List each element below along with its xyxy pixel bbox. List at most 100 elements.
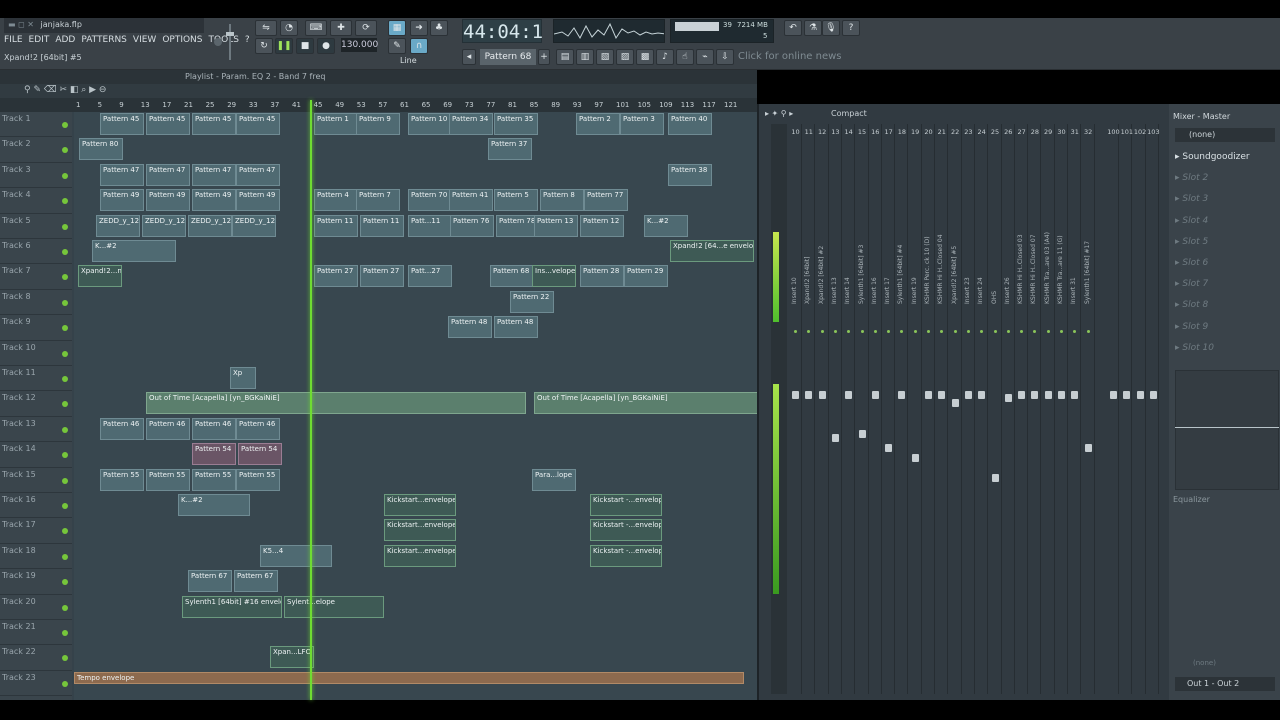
menu-options[interactable]: OPTIONS xyxy=(162,35,202,49)
mixer-insert-strip[interactable]: 25 OHS xyxy=(989,124,1002,694)
track-header[interactable]: Track 4 xyxy=(0,188,72,214)
connect-icon[interactable]: ⌁ xyxy=(696,49,714,65)
track-header[interactable]: Track 16 xyxy=(0,493,72,519)
track-header[interactable]: Track 8 xyxy=(0,290,72,316)
insert-fader[interactable] xyxy=(1071,391,1079,399)
fx-slot[interactable]: ▸ Slot 5 xyxy=(1175,237,1279,255)
playlist-clip[interactable]: Pattern 38 xyxy=(668,163,712,186)
playlist-clip[interactable]: Pattern 45 xyxy=(236,113,280,135)
fx-slot[interactable]: ▸ Soundgoodizer xyxy=(1175,152,1279,170)
insert-enable-led[interactable] xyxy=(1086,330,1090,333)
fx-slot[interactable]: ▸ Slot 3 xyxy=(1175,194,1279,212)
track-header[interactable]: Track 20 xyxy=(0,595,72,620)
insert-enable-led[interactable] xyxy=(887,330,891,333)
playlist-clip[interactable]: K...#2 xyxy=(644,214,688,237)
playlist-clip[interactable]: K...#2 xyxy=(92,240,176,262)
playhead-marker[interactable] xyxy=(310,100,312,700)
input-selector[interactable]: (none) xyxy=(1175,128,1275,142)
insert-enable-led[interactable] xyxy=(913,330,917,333)
mixer-insert-strip[interactable]: 10 Insert 10 xyxy=(789,124,802,694)
loop-icon[interactable]: ↻ xyxy=(255,38,273,54)
fx-slot[interactable]: ▸ Slot 10 xyxy=(1175,343,1279,361)
insert-fader[interactable] xyxy=(951,399,959,407)
insert-enable-led[interactable] xyxy=(1073,330,1077,333)
playlist-clip[interactable]: Pattern 22 xyxy=(510,290,554,313)
insert-enable-led[interactable] xyxy=(833,330,837,333)
track-header[interactable]: Track 14 xyxy=(0,442,72,468)
download-icon[interactable]: ⇩ xyxy=(716,49,734,65)
insert-fader[interactable] xyxy=(1123,391,1131,399)
track-header[interactable]: Track 2 xyxy=(0,137,72,163)
playlist-clip[interactable]: Kickstart -...envelope xyxy=(590,519,662,542)
online-news-link[interactable]: Click for online news xyxy=(738,49,848,65)
playlist-clip[interactable]: Pattern 49 xyxy=(236,189,280,212)
insert-enable-led[interactable] xyxy=(1046,330,1050,333)
menu-edit[interactable]: EDIT xyxy=(29,35,50,49)
playlist-clip[interactable]: Pattern 40 xyxy=(668,113,712,135)
playlist-clip[interactable]: Pattern 47 xyxy=(192,163,236,186)
playlist-clip[interactable]: Kickstart...envelope xyxy=(384,519,456,542)
insert-enable-led[interactable] xyxy=(1033,330,1037,333)
insert-enable-led[interactable] xyxy=(1060,330,1063,333)
track-header[interactable]: Track 11 xyxy=(0,366,72,392)
pattern-selector[interactable]: Pattern 68 xyxy=(480,49,536,65)
track-mute-led[interactable] xyxy=(62,122,68,128)
insert-enable-led[interactable] xyxy=(847,330,851,333)
playlist-clip[interactable]: Pattern 34 xyxy=(449,113,493,135)
playlist-clip[interactable]: Pattern 9 xyxy=(356,113,400,135)
track-mute-led[interactable] xyxy=(62,655,68,662)
fx-slot[interactable]: ▸ Slot 8 xyxy=(1175,300,1279,318)
mixer-insert-strip[interactable]: 102 xyxy=(1134,124,1146,694)
playlist-clip[interactable]: Pattern 11 xyxy=(314,214,358,237)
metronome-icon[interactable]: ◔ xyxy=(280,20,298,36)
mixer-insert-strip[interactable]: 103 xyxy=(1147,124,1160,694)
piano-roll-icon[interactable]: ▧ xyxy=(596,49,614,65)
track-header[interactable]: Track 19 xyxy=(0,569,72,595)
playlist-clip[interactable]: ZEDD_y_12 xyxy=(142,214,186,237)
playlist-clip[interactable]: Pattern 4 xyxy=(314,189,358,212)
playlist-clip[interactable]: Pattern 5 xyxy=(494,189,538,212)
mixer-insert-strip[interactable]: 21 KSHMR Hi H..Closed 04 xyxy=(935,124,949,694)
typing-keyboard-icon[interactable]: ⌨ xyxy=(305,20,327,36)
playlist-clip[interactable]: Pattern 47 xyxy=(146,163,190,186)
undo-icon[interactable]: ↶ xyxy=(784,20,802,36)
playlist-clip[interactable]: Pattern 46 xyxy=(100,417,144,440)
mixer-insert-strip[interactable]: 17 Insert 17 xyxy=(882,124,896,694)
playlist-clip[interactable]: Tempo envelope xyxy=(74,671,744,684)
mixer-insert-strip[interactable]: 24 Insert 24 xyxy=(975,124,989,694)
track-mute-led[interactable] xyxy=(62,198,68,205)
track-mute-led[interactable] xyxy=(62,553,68,560)
mixer-insert-strip[interactable]: 31 Insert 31 xyxy=(1068,124,1082,694)
playlist-clip[interactable]: Pattern 55 xyxy=(236,468,280,491)
track-mute-led[interactable] xyxy=(62,274,68,281)
playlist-clip[interactable]: ZEDD_y_12 xyxy=(188,214,232,237)
insert-enable-led[interactable] xyxy=(993,330,997,333)
mixer-insert-strip[interactable]: 23 Insert 23 xyxy=(962,124,975,694)
playlist-clip[interactable]: Kickstart...envelope xyxy=(384,494,456,516)
playlist-clip[interactable]: Pattern 47 xyxy=(236,163,280,186)
menu-file[interactable]: FILE xyxy=(4,35,23,49)
mixer-insert-strip[interactable]: 32 Sylenth1 [64bit] #17 xyxy=(1082,124,1095,694)
insert-enable-led[interactable] xyxy=(860,330,864,333)
playlist-clip[interactable]: Pattern 10 xyxy=(408,113,452,135)
mixer-insert-strip[interactable]: 26 Insert 26 xyxy=(1002,124,1015,694)
insert-fader[interactable] xyxy=(1044,391,1052,399)
mixer-insert-strip[interactable]: 30 KSHMR Tra...are 11 (G) xyxy=(1055,124,1068,694)
playlist-clip[interactable]: Pattern 49 xyxy=(146,189,190,212)
step-edit-icon[interactable]: ✚ xyxy=(330,20,352,36)
mixer-insert-strip[interactable]: 22 Xpand!2 [64bit] #5 xyxy=(949,124,962,694)
playlist-clip[interactable]: ZEDD_y_128 xyxy=(232,214,276,237)
insert-fader[interactable] xyxy=(1136,391,1144,399)
insert-fader[interactable] xyxy=(1110,391,1117,399)
mixer-insert-strip[interactable]: 16 Insert 16 xyxy=(869,124,882,694)
insert-fader[interactable] xyxy=(964,391,972,399)
playlist-clip[interactable]: Pattern 55 xyxy=(146,468,190,491)
playlist-clip[interactable]: Pattern 76 xyxy=(450,214,494,237)
playlist-clip[interactable]: Kickstart...envelope xyxy=(384,544,456,567)
playlist-clip[interactable]: Sylent...elope xyxy=(284,595,384,618)
track-mute-led[interactable] xyxy=(62,249,68,255)
insert-fader[interactable] xyxy=(792,391,799,399)
playlist-clip[interactable]: Pattern 29 xyxy=(624,265,668,288)
timeline-ruler[interactable]: 1 5 9 13 17 21 25 29 33 37 41 45 49 53 57 61 65 69 73 77 81 8… xyxy=(0,98,757,112)
playlist-clip[interactable]: Pattern 48 xyxy=(448,316,492,339)
